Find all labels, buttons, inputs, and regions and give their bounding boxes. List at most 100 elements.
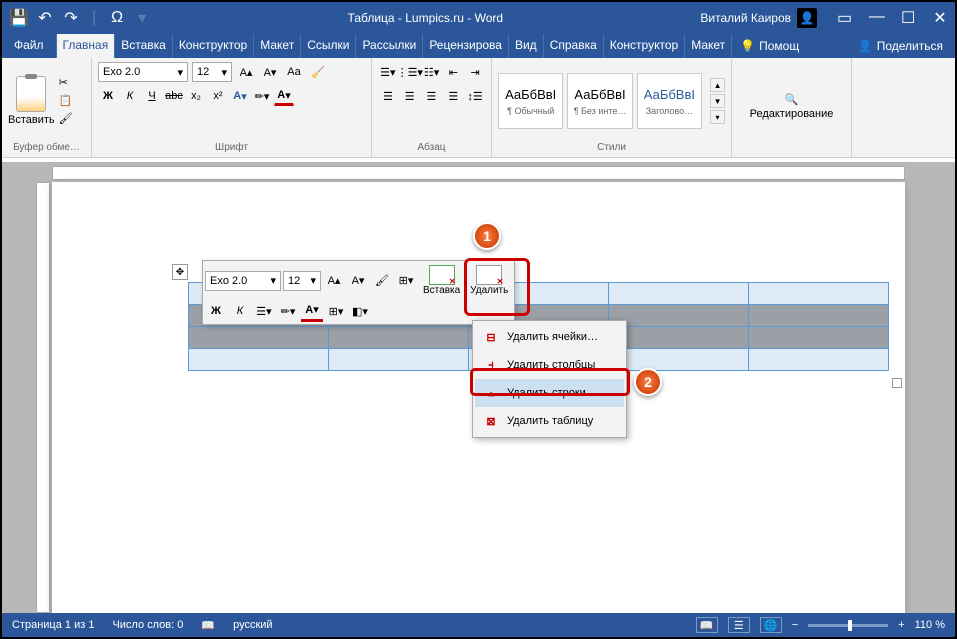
styles-up-icon[interactable]: ▲ xyxy=(710,78,725,92)
italic-button[interactable]: К xyxy=(120,86,140,106)
zoom-slider[interactable] xyxy=(808,624,888,627)
styles-more-icon[interactable]: ▾ xyxy=(710,110,725,124)
paste-button[interactable]: Вставить xyxy=(8,76,55,126)
shrink-font-icon[interactable]: A▾ xyxy=(260,62,280,82)
delete-cells-item[interactable]: ⊟ Удалить ячейки… xyxy=(475,323,624,351)
mini-font-combo[interactable]: Exo 2.0▾ xyxy=(205,271,281,291)
mini-painter-icon[interactable]: 🖌 xyxy=(371,270,393,292)
format-painter-icon[interactable]: 🖌 xyxy=(59,112,77,126)
minimize-icon[interactable]: — xyxy=(869,8,883,28)
editing-button[interactable]: 🔍 Редактирование xyxy=(750,93,834,120)
user-label[interactable]: Виталий Каиров 👤 xyxy=(700,8,817,28)
tab-layout[interactable]: Макет xyxy=(254,34,301,58)
ribbon-editing: 🔍 Редактирование xyxy=(732,58,852,157)
align-left-icon[interactable]: ☰ xyxy=(378,86,398,106)
tab-table-design[interactable]: Конструктор xyxy=(604,34,685,58)
bold-button[interactable]: Ж xyxy=(98,86,118,106)
tell-me[interactable]: 💡Помощ xyxy=(732,34,807,58)
mini-shading-icon[interactable]: ◧▾ xyxy=(349,300,371,322)
horizontal-ruler[interactable] xyxy=(52,166,905,180)
subscript-button[interactable]: x₂ xyxy=(186,86,206,106)
numbering-icon[interactable]: ⋮☰▾ xyxy=(400,62,420,82)
style-nospace[interactable]: АаБбВвІ ¶ Без инте… xyxy=(567,73,632,129)
underline-button[interactable]: Ч xyxy=(142,86,162,106)
tab-insert[interactable]: Вставка xyxy=(115,34,173,58)
table-resize-handle[interactable] xyxy=(892,378,902,388)
page-status[interactable]: Страница 1 из 1 xyxy=(12,619,94,631)
language-status[interactable]: русский xyxy=(233,619,272,631)
text-effects-icon[interactable]: A▾ xyxy=(230,86,250,106)
font-color-icon[interactable]: A▾ xyxy=(274,86,294,106)
strike-button[interactable]: abc xyxy=(164,86,184,106)
ribbon-font: Exo 2.0▾ 12▾ A▴ A▾ Aa 🧹 Ж К Ч abc x₂ x² … xyxy=(92,58,372,157)
change-case-icon[interactable]: Aa xyxy=(284,62,304,82)
annotation-box-1 xyxy=(464,258,530,316)
word-count[interactable]: Число слов: 0 xyxy=(112,619,183,631)
tab-home[interactable]: Главная xyxy=(57,34,116,58)
proofing-icon[interactable]: 📖 xyxy=(201,619,215,632)
vertical-ruler[interactable] xyxy=(36,182,50,613)
mini-size-combo[interactable]: 12▾ xyxy=(283,271,321,291)
print-layout-icon[interactable]: ☰ xyxy=(728,617,750,633)
maximize-icon[interactable]: ☐ xyxy=(901,8,915,28)
save-icon[interactable]: 💾 xyxy=(10,9,28,27)
copy-icon[interactable]: 📋 xyxy=(59,94,77,108)
zoom-level[interactable]: 110 % xyxy=(915,619,945,631)
tab-file[interactable]: Файл xyxy=(2,34,57,58)
cut-icon[interactable]: ✂ xyxy=(59,76,77,90)
clear-format-icon[interactable]: 🧹 xyxy=(308,62,328,82)
annotation-box-2 xyxy=(470,368,630,396)
delete-table-item[interactable]: ⊠ Удалить таблицу xyxy=(475,407,624,435)
page[interactable]: ✥ Exo 2.0▾ 12▾ A▴ A▾ 🖌 ⊞▾ Вставка xyxy=(52,182,905,613)
mini-borders-icon[interactable]: ⊞▾ xyxy=(325,300,347,322)
superscript-button[interactable]: x² xyxy=(208,86,228,106)
align-right-icon[interactable]: ☰ xyxy=(422,86,442,106)
share-button[interactable]: 👤Поделиться xyxy=(846,34,955,58)
styles-down-icon[interactable]: ▼ xyxy=(710,94,725,108)
grow-font-icon[interactable]: A▴ xyxy=(236,62,256,82)
badge-1: 1 xyxy=(473,222,501,250)
read-mode-icon[interactable]: 📖 xyxy=(696,617,718,633)
tab-help[interactable]: Справка xyxy=(544,34,604,58)
delete-table-menu-icon: ⊠ xyxy=(483,413,499,429)
style-heading1[interactable]: АаБбВвІ Заголово… xyxy=(637,73,702,129)
tab-design[interactable]: Конструктор xyxy=(173,34,254,58)
justify-icon[interactable]: ☰ xyxy=(443,86,463,106)
mini-italic-button[interactable]: К xyxy=(229,300,251,322)
mini-shrink-icon[interactable]: A▾ xyxy=(347,270,369,292)
mini-highlight-icon[interactable]: ✏▾ xyxy=(277,300,299,322)
style-normal[interactable]: АаБбВвІ ¶ Обычный xyxy=(498,73,563,129)
delete-cells-icon: ⊟ xyxy=(483,329,499,345)
omega-icon[interactable]: Ω xyxy=(108,9,126,27)
mini-fontcolor-icon[interactable]: A▾ xyxy=(301,300,323,322)
zoom-out-icon[interactable]: − xyxy=(792,619,798,631)
mini-align-icon[interactable]: ☰▾ xyxy=(253,300,275,322)
ribbon-options-icon[interactable]: ▭ xyxy=(837,8,851,28)
tab-view[interactable]: Вид xyxy=(509,34,544,58)
font-name-combo[interactable]: Exo 2.0▾ xyxy=(98,62,188,82)
tab-mailings[interactable]: Рассылки xyxy=(356,34,423,58)
line-spacing-icon[interactable]: ↕☰ xyxy=(465,86,485,106)
bullets-icon[interactable]: ☰▾ xyxy=(378,62,398,82)
multilevel-icon[interactable]: ☷▾ xyxy=(422,62,442,82)
undo-icon[interactable]: ↶ xyxy=(36,9,54,27)
highlight-icon[interactable]: ✏▾ xyxy=(252,86,272,106)
close-icon[interactable]: ✕ xyxy=(933,8,947,28)
mini-insert-button[interactable]: Вставка xyxy=(419,263,464,298)
ribbon: Вставить ✂ 📋 🖌 Буфер обме… Exo 2.0▾ 12▾ … xyxy=(2,58,955,158)
indent-icon[interactable]: ⇥ xyxy=(465,62,485,82)
mini-grow-icon[interactable]: A▴ xyxy=(323,270,345,292)
table-move-handle[interactable]: ✥ xyxy=(172,264,188,280)
redo-icon[interactable]: ↷ xyxy=(62,9,80,27)
zoom-in-icon[interactable]: + xyxy=(898,619,904,631)
web-layout-icon[interactable]: 🌐 xyxy=(760,617,782,633)
font-size-combo[interactable]: 12▾ xyxy=(192,62,232,82)
tab-review[interactable]: Рецензирова xyxy=(423,34,509,58)
align-center-icon[interactable]: ☰ xyxy=(400,86,420,106)
dedent-icon[interactable]: ⇤ xyxy=(444,62,464,82)
mini-bold-button[interactable]: Ж xyxy=(205,300,227,322)
tab-table-layout[interactable]: Макет xyxy=(685,34,732,58)
tab-references[interactable]: Ссылки xyxy=(301,34,356,58)
search-icon: 🔍 xyxy=(785,93,799,106)
mini-grid-icon[interactable]: ⊞▾ xyxy=(395,270,417,292)
